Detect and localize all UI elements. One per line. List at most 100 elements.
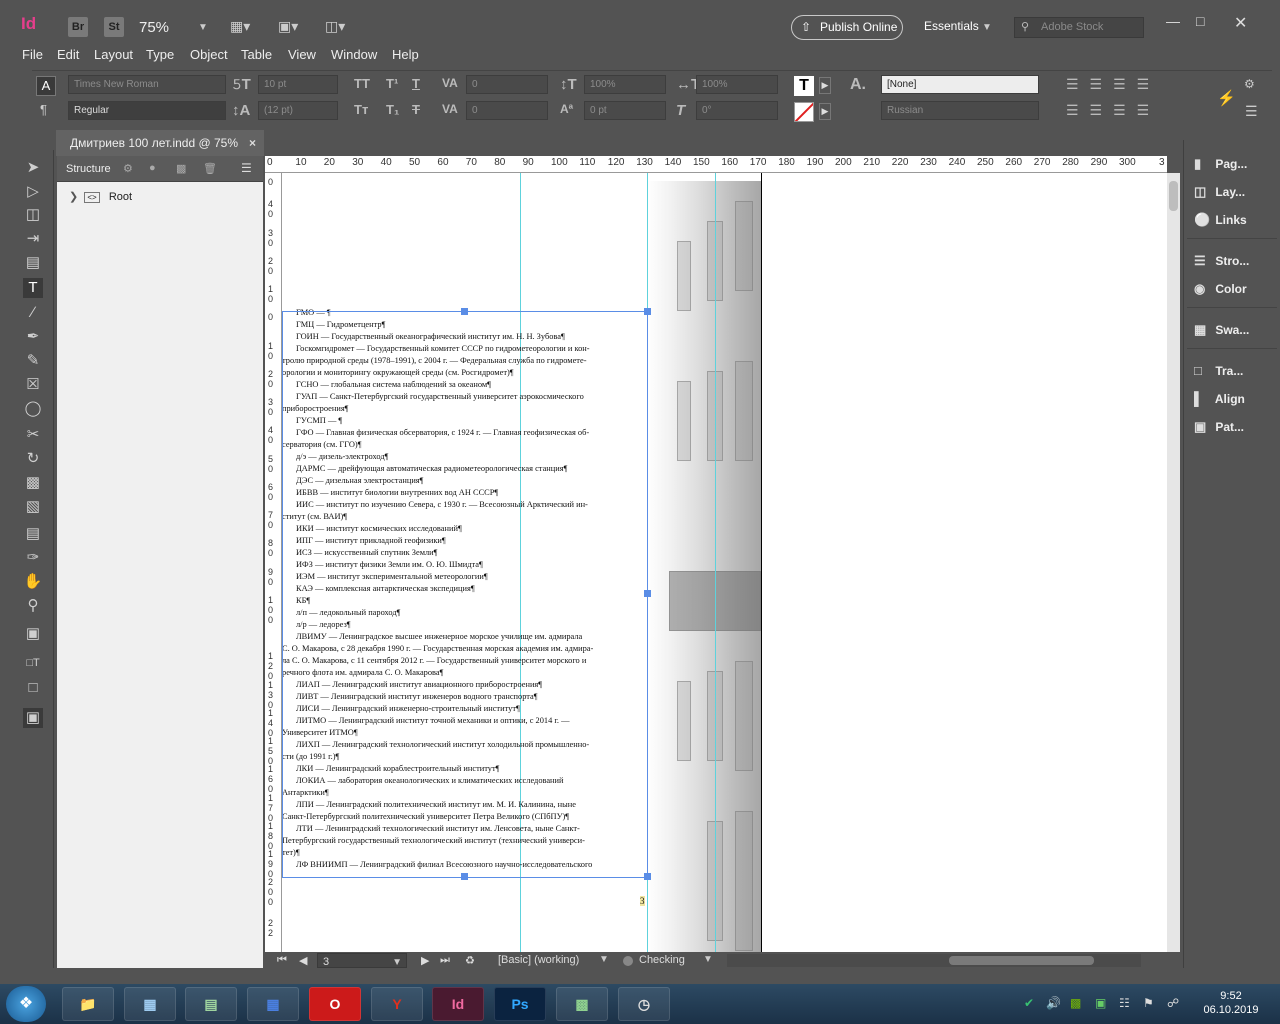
explorer-taskbar-icon[interactable]: 📁 (62, 987, 114, 1021)
view-options-icon[interactable]: ▦▾ (230, 18, 250, 35)
stock-button[interactable]: St (104, 17, 124, 37)
character-style-select[interactable]: [None] (881, 75, 1039, 94)
leading-field[interactable]: (12 pt) (258, 101, 338, 120)
workspace-switcher[interactable]: Essentials ▼ (924, 19, 992, 33)
kerning-field[interactable]: 0 (466, 75, 548, 94)
security-tray-icon[interactable]: ✔ (1024, 996, 1034, 1010)
free-transform-tool-icon[interactable]: ↻ (23, 449, 43, 469)
font-family-field[interactable]: Times New Roman (68, 75, 226, 94)
rectangle-frame-tool-icon[interactable]: ☒ (23, 375, 43, 395)
menu-type[interactable]: Type (146, 47, 174, 62)
paragraph-justify-icons[interactable]: ☰☰☰☰ (1066, 102, 1160, 119)
chevron-down-icon[interactable]: ▼ (703, 954, 713, 965)
quick-apply-icon[interactable]: ⚡ (1217, 89, 1236, 107)
hand-tool-icon[interactable]: ✋ (23, 572, 43, 592)
arrange-documents-icon[interactable]: ◫▾ (325, 18, 345, 35)
yandex-taskbar-icon[interactable]: Y (371, 987, 423, 1021)
layers-panel-tab[interactable]: ◫ Lay... (1194, 184, 1245, 200)
transform-panel-tab[interactable]: □ Tra... (1194, 363, 1243, 378)
menu-table[interactable]: Table (241, 47, 272, 62)
opera-taskbar-icon[interactable]: O (309, 987, 361, 1021)
hardware-tray-icon[interactable]: ▣ (1095, 996, 1106, 1010)
content-collector-icon[interactable]: ▤ (23, 253, 43, 273)
screen-mode-icon[interactable]: ▣▾ (278, 18, 298, 35)
vertical-ruler[interactable]: 0403020100102030405060708090100120130140… (265, 173, 282, 952)
menu-help[interactable]: Help (392, 47, 419, 62)
all-caps-icon[interactable]: TT (354, 76, 370, 91)
delete-icon[interactable]: 🗑 (203, 162, 217, 175)
first-page-icon[interactable]: ⏮ (277, 954, 287, 967)
subscript-icon[interactable]: T₁ (386, 102, 399, 117)
font-size-field[interactable]: 10 pt (258, 75, 338, 94)
menu-window[interactable]: Window (331, 47, 377, 62)
paragraph-align-icons[interactable]: ☰☰☰☰ (1066, 76, 1160, 93)
vertical-scrollbar[interactable] (1167, 173, 1180, 952)
skew-field[interactable]: 0° (696, 101, 778, 120)
gap-tool-icon[interactable]: ⇥ (23, 229, 43, 249)
validate-icon[interactable]: ● (149, 162, 156, 174)
direct-selection-tool-icon[interactable]: ▷ (23, 182, 43, 202)
calc-taskbar-icon[interactable]: ▦ (247, 987, 299, 1021)
nvidia-tray-icon[interactable]: ▩ (1070, 996, 1081, 1010)
sheet-taskbar-icon[interactable]: ▤ (185, 987, 237, 1021)
building-photo[interactable] (647, 181, 762, 952)
chevron-down-icon[interactable]: ▼ (599, 954, 609, 965)
scroll-thumb[interactable] (949, 956, 1094, 965)
menu-file[interactable]: File (22, 47, 43, 62)
show-hierarchy-icon[interactable]: ⚙ (123, 162, 133, 175)
chevron-right-icon[interactable]: ▶ (819, 103, 831, 120)
pathfinder-panel-tab[interactable]: ▣ Pat... (1194, 419, 1244, 435)
language-select[interactable]: Russian (881, 101, 1039, 120)
fill-stroke-icon[interactable]: ▣ (23, 624, 43, 644)
start-button[interactable]: ❖ (6, 986, 46, 1022)
flag-tray-icon[interactable]: ⚑ (1143, 996, 1154, 1010)
page-tool-icon[interactable]: ◫ (23, 205, 43, 225)
panel-menu-icon[interactable]: ☰ (1245, 103, 1258, 120)
zoom-level[interactable]: 75% (139, 19, 169, 36)
strikethrough-icon[interactable]: T (412, 102, 420, 117)
preflight-status[interactable]: Checking (639, 954, 685, 966)
system-clock[interactable]: 9:52 06.10.2019 (1192, 989, 1270, 1017)
menu-edit[interactable]: Edit (57, 47, 79, 62)
gauge-taskbar-icon[interactable]: ◷ (618, 987, 670, 1021)
horizontal-ruler[interactable]: 0 10 20 30 40 50 60 70 80 90 100 110 120 130 140 150 160… (265, 156, 1167, 173)
next-page-icon[interactable]: ▶ (421, 954, 429, 967)
horizontal-scrollbar[interactable] (727, 954, 1141, 967)
page-number-field[interactable]: 3 ▼ (317, 953, 407, 968)
root-element[interactable]: ❯ <> Root (69, 190, 132, 203)
publish-online-button[interactable]: ⇧ Publish Online (791, 15, 903, 40)
links-panel-tab[interactable]: ⚪ Links (1194, 212, 1247, 228)
stroke-panel-tab[interactable]: ☰ Stro... (1194, 253, 1249, 269)
open-page-icon[interactable]: ♻ (465, 954, 475, 967)
text-stroke-swatch[interactable] (794, 102, 814, 122)
bridge-button[interactable]: Br (68, 17, 88, 37)
monitor-taskbar-icon[interactable]: ▩ (556, 987, 608, 1021)
frame-handle[interactable] (461, 308, 468, 315)
menu-object[interactable]: Object (190, 47, 228, 62)
pen-tool-icon[interactable]: ✒ (23, 327, 43, 347)
document-canvas[interactable]: ГМО — ¶ ГМЦ — Гидрометцентр¶ ГОИН — Госуда… (282, 173, 1167, 952)
zoom-dropdown-icon[interactable]: ▼ (198, 22, 208, 33)
superscript-icon[interactable]: T¹ (386, 76, 398, 91)
pages-panel-tab[interactable]: ▮ Pag... (1194, 156, 1247, 172)
ellipse-tool-icon[interactable]: ◯ (23, 399, 43, 419)
panel-menu-icon[interactable]: ☰ (241, 161, 252, 175)
gradient-swatch-tool-icon[interactable]: ▩ (23, 473, 43, 493)
text-fill-swatch[interactable]: T (794, 76, 814, 96)
maximize-button[interactable]: □ (1196, 13, 1204, 29)
frame-handle[interactable] (461, 873, 468, 880)
network-tray-icon[interactable]: ☷ (1119, 996, 1130, 1010)
adobe-stock-search[interactable]: ⚲ Adobe Stock (1014, 17, 1144, 38)
scissors-tool-icon[interactable]: ✂ (23, 425, 43, 445)
underline-icon[interactable]: T (412, 76, 420, 91)
zoom-tool-icon[interactable]: ⚲ (23, 596, 43, 616)
eyedropper-tool-icon[interactable]: ✑ (23, 548, 43, 568)
line-tool-icon[interactable]: ∕ (23, 303, 43, 323)
new-element-icon[interactable]: ▩ (176, 162, 186, 175)
chevron-right-icon[interactable]: ▶ (819, 77, 831, 94)
usb-tray-icon[interactable]: ☍ (1167, 996, 1179, 1010)
color-panel-tab[interactable]: ◉ Color (1194, 281, 1247, 297)
scroll-thumb[interactable] (1169, 181, 1178, 211)
control-panel-taskbar-icon[interactable]: ▦ (124, 987, 176, 1021)
preflight-profile[interactable]: [Basic] (working) (498, 954, 579, 966)
